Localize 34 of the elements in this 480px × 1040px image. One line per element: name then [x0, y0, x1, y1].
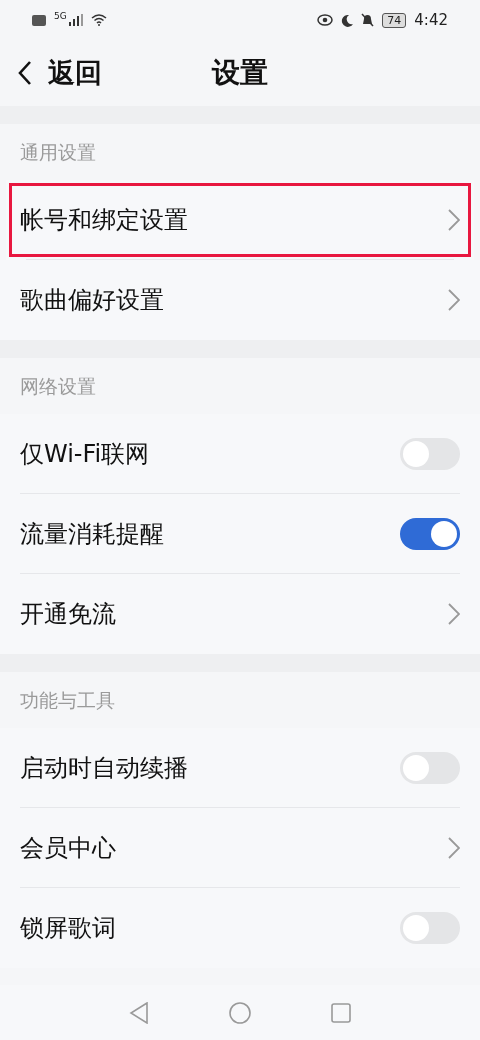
settings-row[interactable]: 帐号和绑定设置	[6, 180, 474, 260]
section-title: 网络设置	[20, 375, 96, 397]
wifi-icon	[90, 14, 107, 26]
row-label: 流量消耗提醒	[20, 519, 164, 550]
chevron-right-icon	[448, 289, 460, 311]
toggle-switch[interactable]	[400, 518, 460, 550]
toggle-switch[interactable]	[400, 752, 460, 784]
moon-icon	[341, 13, 354, 27]
signal-icon	[68, 14, 83, 26]
toggle-switch[interactable]	[400, 438, 460, 470]
home-circle-icon[interactable]	[229, 1001, 251, 1024]
row-label: 锁屏歌词	[20, 913, 116, 944]
back-triangle-icon[interactable]	[129, 1001, 149, 1024]
chevron-right-icon	[448, 209, 460, 231]
status-time: 4:42	[414, 9, 448, 31]
section-title: 通用设置	[20, 141, 96, 163]
muted-bell-icon	[361, 13, 375, 27]
row-label: 启动时自动续播	[20, 753, 188, 784]
back-button[interactable]: 返回	[0, 52, 102, 94]
row-label: 会员中心	[20, 833, 116, 864]
network-label: 5G	[54, 10, 67, 23]
battery-icon: 74	[382, 12, 407, 28]
page-title: 设置	[212, 56, 268, 89]
section-title: 功能与工具	[20, 689, 115, 711]
chevron-right-icon	[448, 603, 460, 625]
row-label: 帐号和绑定设置	[20, 205, 188, 236]
chevron-right-icon	[448, 837, 460, 859]
row-label: 仅Wi-Fi联网	[20, 439, 150, 470]
toggle-switch[interactable]	[400, 912, 460, 944]
row-label: 开通免流	[20, 599, 116, 630]
recents-square-icon[interactable]	[331, 1002, 351, 1023]
back-chevron-icon	[18, 60, 32, 86]
eye-icon	[317, 14, 334, 26]
row-label: 歌曲偏好设置	[20, 285, 164, 316]
